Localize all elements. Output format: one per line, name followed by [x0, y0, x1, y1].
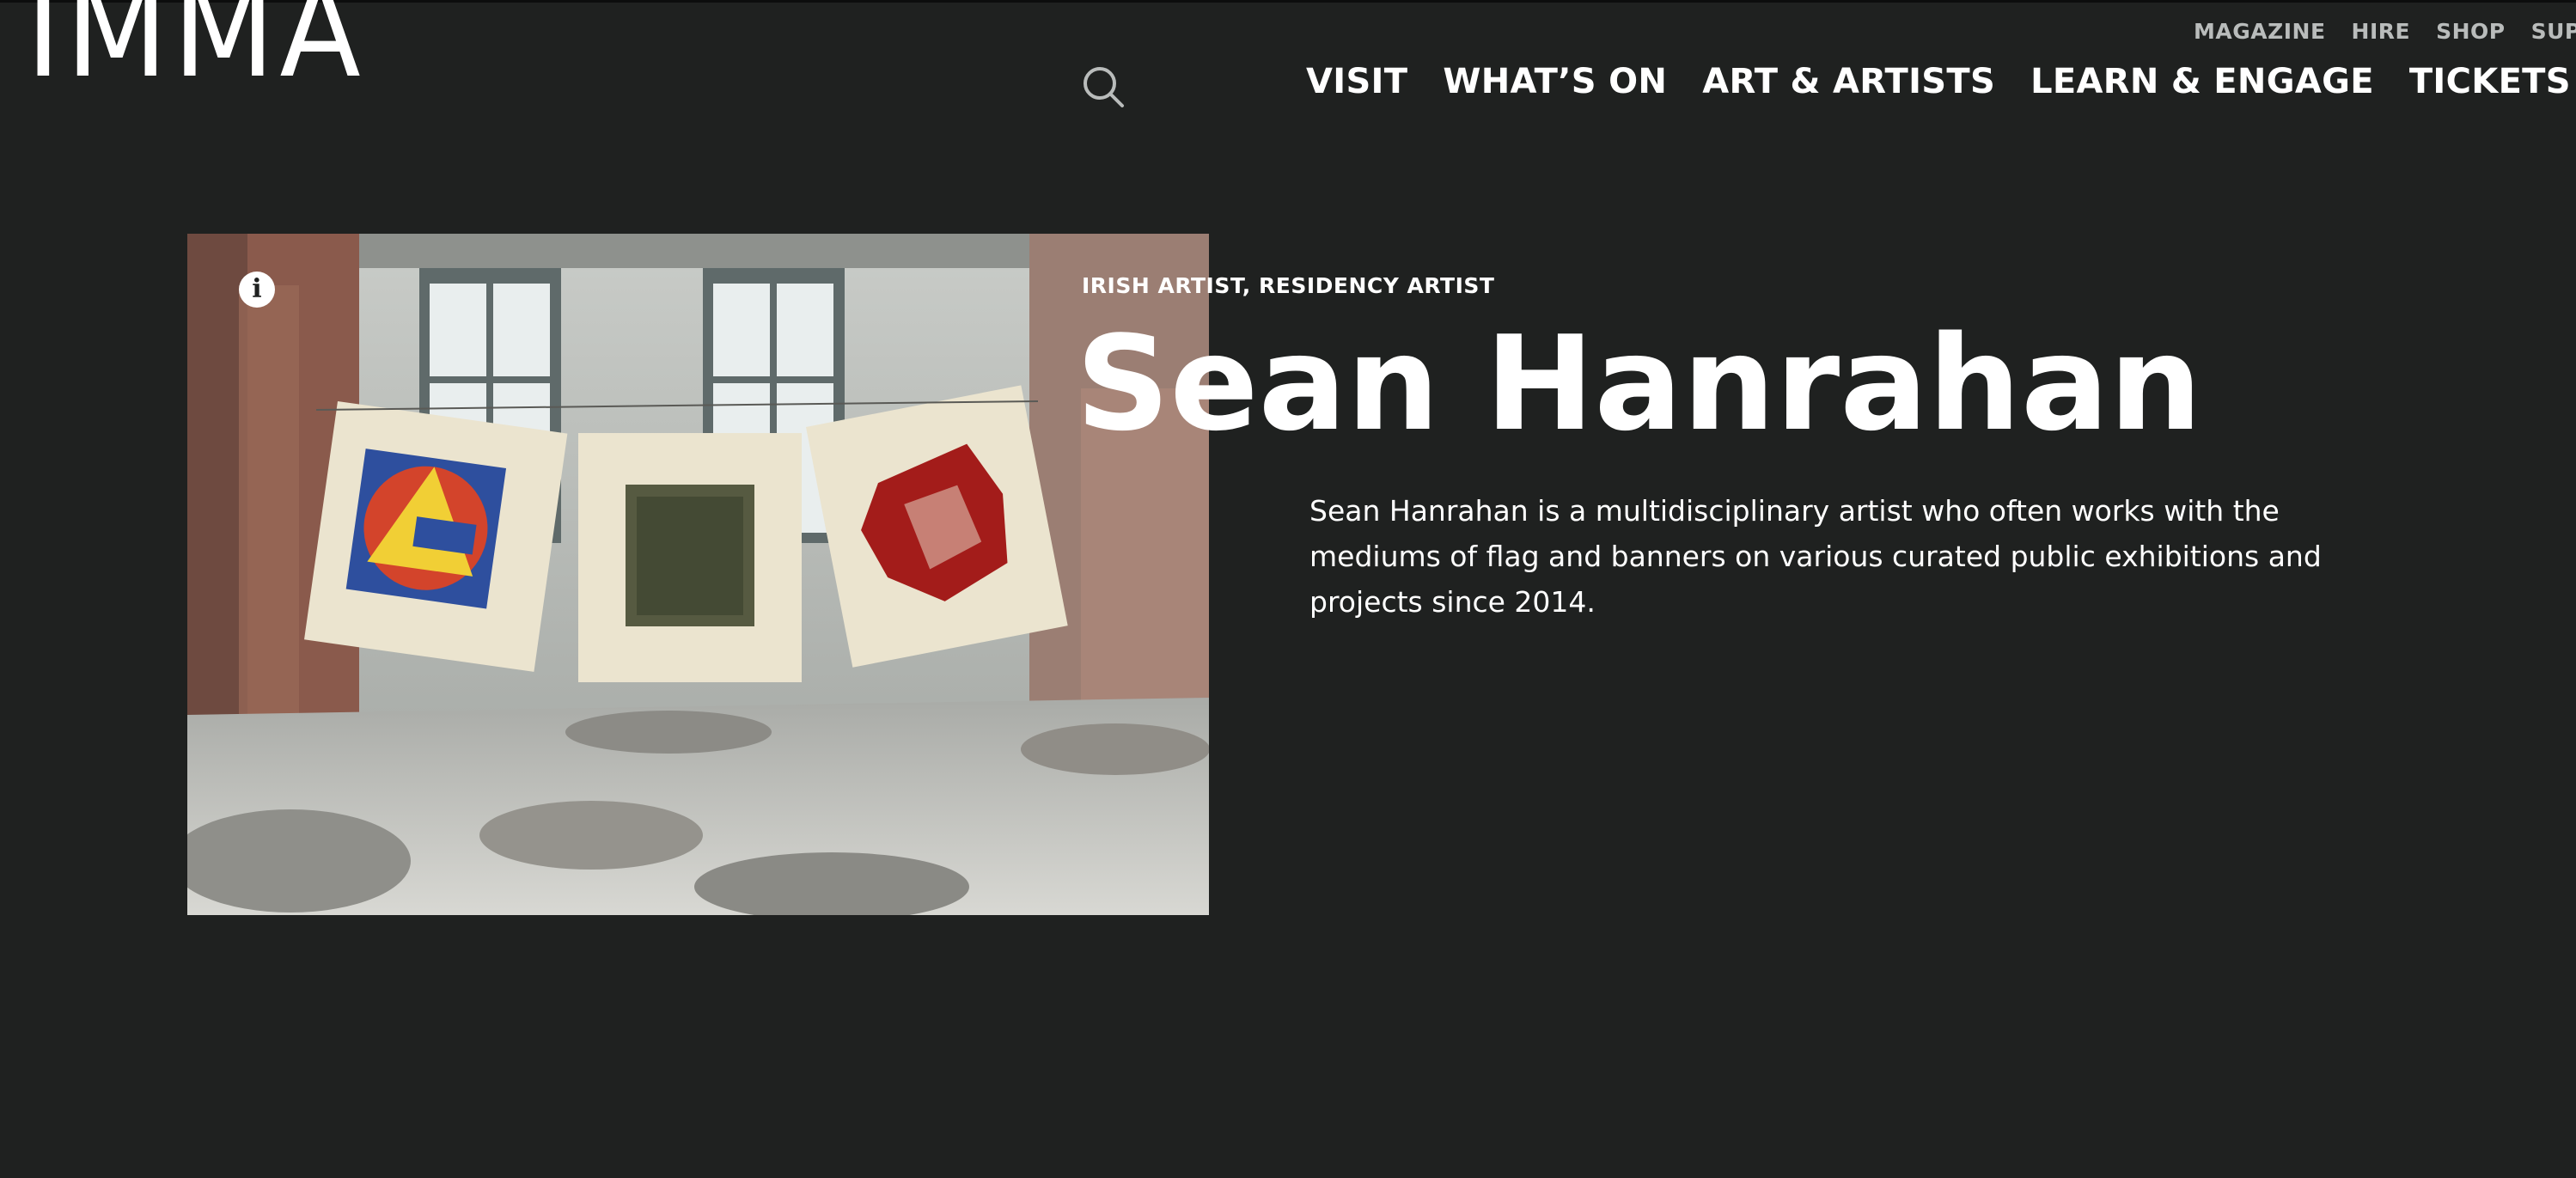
imma-logo[interactable]: IMMA	[26, 0, 365, 96]
utility-nav-hire[interactable]: HIRE	[2352, 19, 2411, 44]
utility-nav-shop[interactable]: SHOP	[2436, 19, 2506, 44]
utility-nav-support[interactable]: SUPPORT	[2531, 19, 2576, 44]
nav-whats-on[interactable]: WHAT’S ON	[1443, 62, 1667, 101]
artist-category: IRISH ARTIST, RESIDENCY ARTIST	[1082, 273, 1495, 298]
main-nav: VISIT WHAT’S ON ART & ARTISTS LEARN & EN…	[1306, 62, 2571, 101]
artist-name-title: Sean Hanrahan	[1076, 308, 2202, 460]
nav-visit[interactable]: VISIT	[1306, 62, 1407, 101]
nav-learn-engage[interactable]: LEARN & ENGAGE	[2030, 62, 2374, 101]
page: IMMA MAGAZINE HIRE SHOP SUPPORT VISIT WH…	[0, 0, 2576, 1178]
utility-nav: MAGAZINE HIRE SHOP SUPPORT	[2194, 19, 2576, 44]
artist-hero-image	[187, 234, 1209, 915]
search-icon	[1084, 67, 1124, 107]
hero-photo-illustration	[187, 234, 1209, 915]
nav-art-artists[interactable]: ART & ARTISTS	[1702, 62, 1995, 101]
image-info-button[interactable]: i	[239, 272, 275, 308]
search-button[interactable]	[1081, 64, 1127, 111]
utility-nav-magazine[interactable]: MAGAZINE	[2194, 19, 2326, 44]
artist-description: Sean Hanrahan is a multidisciplinary art…	[1309, 494, 2322, 619]
top-border	[0, 0, 2576, 3]
nav-tickets[interactable]: TICKETS	[2409, 62, 2571, 101]
info-icon: i	[252, 274, 262, 304]
